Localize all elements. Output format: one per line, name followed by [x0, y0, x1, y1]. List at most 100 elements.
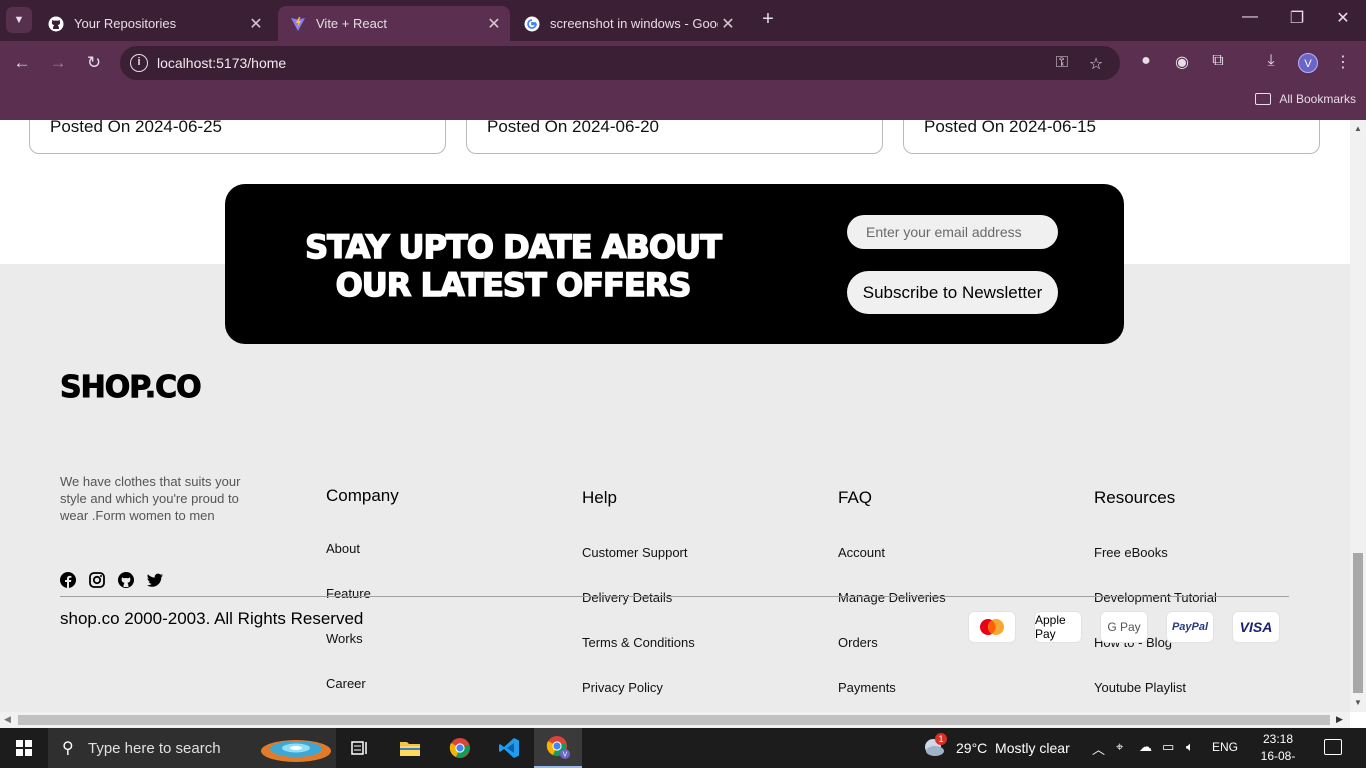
newsletter-title-line1: STAY UPTO DATE ABOUT — [304, 227, 722, 267]
forward-button[interactable]: → — [46, 52, 70, 74]
footer-link-privacy-policy[interactable]: Privacy Policy — [582, 680, 663, 695]
close-icon[interactable]: ✕ — [246, 14, 266, 34]
download-icon[interactable]: ⤓ — [1260, 52, 1282, 70]
footer-link-career[interactable]: Career — [326, 676, 366, 691]
weather-widget[interactable]: 1 29°C Mostly clear — [922, 733, 1070, 760]
twitter-icon[interactable] — [147, 572, 163, 588]
weather-moon-icon: 1 — [922, 733, 947, 760]
weather-text: 29°C Mostly clear — [956, 740, 1070, 756]
footer-link-about[interactable]: About — [326, 541, 360, 556]
new-tab-button[interactable]: + — [758, 8, 778, 31]
tab-title: Vite + React — [316, 16, 387, 31]
footer-link-orders[interactable]: Orders — [838, 635, 878, 650]
url-text[interactable]: localhost:5173/home — [157, 55, 286, 71]
puzzle-extensions-icon[interactable]: ⧉ — [1207, 52, 1229, 70]
system-clock[interactable]: 23:18 16-08-2024 — [1252, 731, 1304, 768]
footer-link-account[interactable]: Account — [838, 545, 885, 560]
subscribe-button[interactable]: Subscribe to Newsletter — [847, 271, 1058, 314]
minimize-button[interactable]: — — [1238, 8, 1262, 26]
bookmark-star-icon[interactable]: ☆ — [1086, 54, 1106, 74]
page-viewport: Posted On 2024-06-25 Posted On 2024-06-2… — [0, 120, 1350, 712]
tab-vite-react[interactable]: Vite + React ✕ — [278, 6, 510, 41]
scrollbar-thumb[interactable] — [18, 715, 1330, 725]
profile-avatar[interactable]: V — [1298, 53, 1318, 73]
reload-button[interactable]: ↻ — [82, 52, 106, 74]
footer-link-works[interactable]: Works — [326, 631, 363, 646]
incognito-extension-icon[interactable]: ◉ — [1171, 52, 1193, 72]
password-key-icon[interactable]: ⚿ — [1052, 54, 1072, 72]
google-icon — [524, 16, 540, 32]
footer-link-youtube-playlist[interactable]: Youtube Playlist — [1094, 680, 1186, 695]
all-bookmarks-button[interactable]: All Bookmarks — [1255, 92, 1356, 106]
all-bookmarks-label: All Bookmarks — [1279, 92, 1356, 106]
tab-search-button[interactable]: ▼ — [6, 7, 32, 33]
apple-pay-label: Apple Pay — [1035, 613, 1066, 641]
footer-link-feature[interactable]: Feature — [326, 586, 371, 601]
footer-link-manage-deliveries[interactable]: Manage Deliveries — [838, 590, 946, 605]
taskbar-search-box[interactable]: ⚲ Type here to search — [48, 728, 336, 768]
posted-date: Posted On 2024-06-20 — [487, 120, 660, 136]
footer-heading-faq: FAQ — [838, 488, 873, 507]
github-icon — [48, 16, 64, 32]
footer-link-free-ebooks[interactable]: Free eBooks — [1094, 545, 1168, 560]
browser-toolbar: ← → ↻ i localhost:5173/home ⚿ ☆ — [0, 41, 1366, 85]
more-menu-icon[interactable]: ⋮ — [1332, 52, 1354, 72]
scroll-down-arrow[interactable]: ▼ — [1354, 698, 1362, 707]
apple-pay-icon: Apple Pay — [1034, 611, 1082, 643]
svg-text:V: V — [563, 752, 568, 759]
taskbar-search-placeholder: Type here to search — [88, 740, 221, 757]
google-pay-icon: G Pay — [1100, 611, 1148, 643]
instagram-icon[interactable] — [89, 572, 105, 588]
search-highlight-illustration — [261, 740, 331, 762]
show-hidden-icons-chevron[interactable]: ︿ — [1092, 739, 1105, 758]
tab-title: screenshot in windows - Google Search — [550, 16, 718, 31]
blog-card[interactable]: Posted On 2024-06-20 — [466, 120, 883, 154]
meet-now-icon[interactable]: ⌖ — [1116, 739, 1123, 755]
close-icon[interactable]: ✕ — [718, 14, 738, 34]
restore-button[interactable]: ❐ — [1285, 8, 1309, 28]
scroll-right-arrow[interactable]: ▶ — [1336, 714, 1343, 725]
blog-card[interactable]: Posted On 2024-06-25 — [29, 120, 446, 154]
extension-icon[interactable]: ● — [1135, 52, 1157, 70]
site-info-icon[interactable]: i — [130, 54, 148, 72]
language-indicator[interactable]: ENG — [1212, 740, 1238, 754]
tab-google-search[interactable]: screenshot in windows - Google Search ✕ — [512, 6, 744, 41]
scrollbar-thumb[interactable] — [1353, 553, 1363, 693]
vertical-scrollbar[interactable]: ▲ ▼ — [1350, 120, 1366, 712]
scroll-left-arrow[interactable]: ◀ — [4, 714, 11, 725]
scroll-up-arrow[interactable]: ▲ — [1354, 124, 1362, 133]
footer-link-customer-support[interactable]: Customer Support — [582, 545, 688, 560]
chrome-icon[interactable] — [436, 728, 484, 768]
task-view-icon[interactable] — [336, 728, 384, 768]
back-button[interactable]: ← — [10, 52, 34, 74]
windows-start-icon[interactable] — [16, 740, 32, 756]
google-pay-label: G Pay — [1107, 620, 1141, 634]
footer-heading-company: Company — [326, 486, 399, 505]
address-bar[interactable]: i localhost:5173/home ⚿ ☆ — [120, 46, 1120, 80]
chrome-profile-icon[interactable]: V — [534, 728, 582, 768]
paypal-icon: PayPal — [1166, 611, 1214, 643]
battery-icon[interactable]: ▭ — [1162, 739, 1174, 755]
file-explorer-icon[interactable] — [386, 728, 434, 768]
footer-link-development-tutorial[interactable]: Development Tutorial — [1094, 590, 1217, 605]
network-icon[interactable]: ☁ — [1139, 739, 1152, 755]
close-icon[interactable]: ✕ — [484, 14, 504, 34]
clock-date: 16-08-2024 — [1260, 749, 1296, 768]
facebook-icon[interactable] — [60, 572, 76, 588]
bookmarks-bar: All Bookmarks — [0, 85, 1366, 120]
footer-heading-help: Help — [582, 488, 617, 507]
newsletter-email-input[interactable] — [847, 215, 1058, 249]
footer-link-payments[interactable]: Payments — [838, 680, 896, 695]
horizontal-scrollbar[interactable]: ◀ ▶ — [0, 712, 1350, 728]
blog-card[interactable]: Posted On 2024-06-15 — [903, 120, 1320, 154]
notification-icon[interactable] — [1324, 739, 1342, 755]
footer-link-terms[interactable]: Terms & Conditions — [582, 635, 695, 650]
mastercard-icon — [968, 611, 1016, 643]
footer-link-delivery-details[interactable]: Delivery Details — [582, 590, 672, 605]
github-icon[interactable] — [118, 572, 134, 588]
window-close-button[interactable]: ✕ — [1331, 8, 1355, 28]
vscode-icon[interactable] — [485, 728, 533, 768]
tab-your-repositories[interactable]: Your Repositories ✕ — [36, 6, 272, 41]
volume-icon[interactable]: 🔈︎ — [1186, 739, 1194, 755]
clock-time: 23:18 — [1262, 732, 1294, 746]
